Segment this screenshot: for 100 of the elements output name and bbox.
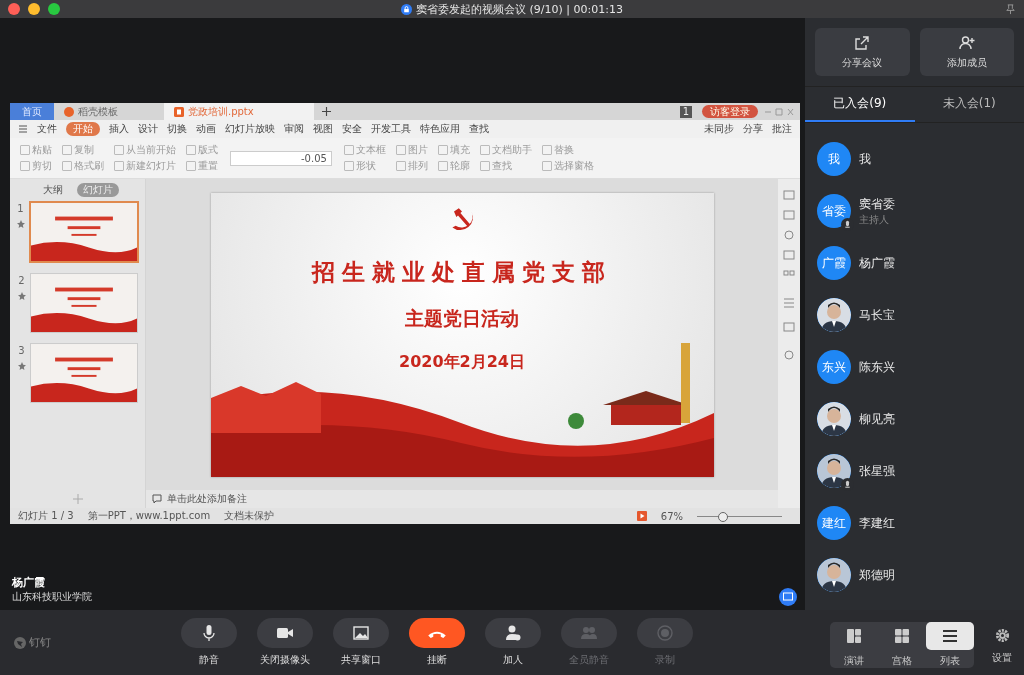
menu-tab[interactable]: 查找 [469, 122, 489, 136]
toolbar-link[interactable]: 未同步 [704, 122, 734, 136]
call-control-button[interactable] [257, 618, 313, 648]
slide-number: 1 [17, 203, 24, 214]
slide-number: 3 [18, 345, 25, 356]
menu-tab[interactable]: 视图 [313, 122, 333, 136]
slide-subtitle: 主题党日活动 [405, 305, 519, 331]
menu-tab[interactable]: 审阅 [284, 122, 304, 136]
action-button[interactable]: 分享会议 [815, 28, 910, 76]
comment-icon [152, 494, 162, 504]
ribbon-button[interactable]: 从当前开始 [114, 143, 176, 157]
control-label: 全员静音 [569, 653, 609, 667]
avatar: 建红 [817, 506, 851, 540]
ribbon-button[interactable]: 文本框 [343, 143, 386, 157]
menu-tab[interactable]: 幻灯片放映 [225, 122, 275, 136]
menu-tab[interactable]: 文件 [37, 122, 57, 136]
list-icon [942, 627, 958, 644]
template-name: 第一PPT，www.1ppt.com [87, 509, 211, 523]
lock-icon [401, 3, 413, 15]
control-label: 挂断 [427, 653, 447, 667]
add-person-icon [504, 624, 522, 642]
ribbon-button[interactable]: 查找 [479, 159, 532, 173]
slide-thumbnail[interactable] [28, 201, 139, 263]
avatar: 我 [817, 142, 851, 176]
font-size-field[interactable]: -0.05 [230, 150, 332, 166]
slide-date: 2020年2月24日 [399, 351, 525, 373]
view-button[interactable] [926, 621, 974, 650]
menu-tab[interactable]: 插入 [109, 122, 129, 136]
slide-thumbnail[interactable] [29, 343, 138, 403]
logo-icon [14, 636, 26, 649]
grid-icon [894, 627, 910, 644]
control-label: 关闭摄像头 [260, 653, 310, 667]
slide-number: 2 [18, 275, 25, 286]
close-button[interactable] [8, 3, 20, 15]
participant-tab[interactable]: 未入会(1) [914, 87, 1024, 122]
slide-thumbnail[interactable] [29, 273, 138, 333]
ribbon-button[interactable]: 版式 [186, 143, 218, 157]
avatar: 省委 [817, 194, 851, 228]
star-icon [16, 220, 25, 228]
view-label: 演讲 [844, 653, 864, 668]
action-button[interactable]: 添加成员 [919, 28, 1014, 76]
ribbon-button[interactable]: 选择窗格 [541, 159, 594, 173]
pin-icon[interactable] [1005, 3, 1016, 15]
participant-name: 我 [859, 150, 871, 168]
window-title: 窦省委发起的视频会议 (9/10) | 00:01:13 [416, 1, 623, 17]
image-icon [352, 624, 370, 642]
slide-counter: 幻灯片 1 / 3 [18, 509, 74, 523]
minimize-button[interactable] [28, 3, 40, 15]
participant-tab[interactable]: 已入会(9) [805, 87, 915, 122]
ribbon-button[interactable]: 复制 [62, 143, 104, 157]
menu-tab[interactable]: 开始 [66, 122, 100, 136]
login-button[interactable]: 访客登录 [702, 105, 758, 118]
speaker-name: 杨广霞 [12, 575, 46, 590]
ribbon-button[interactable]: 新建幻灯片 [114, 159, 176, 173]
call-control-button[interactable] [409, 618, 465, 648]
menu-tab[interactable]: 特色应用 [420, 122, 460, 136]
control-label: 共享窗口 [341, 653, 381, 667]
menu-tab[interactable]: 设计 [138, 122, 158, 136]
menu-tab[interactable]: 动画 [196, 122, 216, 136]
control-label: 加人 [503, 653, 523, 667]
ribbon-button[interactable]: 排列 [395, 159, 428, 173]
ribbon-button[interactable]: 轮廓 [437, 159, 470, 173]
panel-tab[interactable]: 幻灯片 [76, 183, 119, 197]
document-tab[interactable]: 稻壳模板 [54, 103, 164, 120]
toolbar-link[interactable]: 分享 [743, 122, 763, 136]
ribbon-button[interactable]: 重置 [186, 159, 218, 173]
ribbon-button[interactable]: 粘贴 [20, 143, 52, 157]
screen-icon[interactable] [779, 588, 797, 606]
document-tab[interactable]: 党政培训.pptx [164, 103, 314, 120]
ribbon-button[interactable]: 文档助手 [479, 143, 532, 157]
document-tab[interactable]: 首页 [10, 103, 54, 120]
participant-name: 郑德明 [859, 566, 895, 584]
zoom-percentage: 67% [660, 510, 683, 522]
call-control-button[interactable] [485, 618, 541, 648]
toolbar-link[interactable]: 批注 [772, 122, 792, 136]
settings-icon[interactable] [994, 627, 1010, 643]
ribbon-button[interactable]: 格式刷 [62, 159, 104, 173]
ribbon-button[interactable]: 图片 [395, 143, 428, 157]
plus-icon[interactable] [322, 107, 331, 116]
view-label: 宫格 [892, 653, 912, 668]
document-icon [174, 106, 184, 117]
panel-tab[interactable]: 大纲 [36, 183, 69, 197]
zoom-button[interactable] [48, 3, 60, 15]
notes-placeholder[interactable]: 单击此处添加备注 [167, 492, 247, 506]
page-count: 1 [679, 105, 692, 118]
ribbon-button[interactable]: 形状 [343, 159, 386, 173]
ribbon-button[interactable]: 替换 [541, 143, 594, 157]
settings-label[interactable]: 设置 [992, 650, 1012, 665]
menu-tab[interactable]: 安全 [342, 122, 362, 136]
call-control-button[interactable] [181, 618, 237, 648]
people-icon [580, 624, 598, 642]
ribbon-button[interactable]: 填充 [437, 143, 470, 157]
call-control-button[interactable] [333, 618, 389, 648]
menu-tab[interactable]: 开发工具 [371, 122, 411, 136]
play-button[interactable] [636, 511, 647, 521]
participant-name: 陈东兴 [859, 358, 895, 376]
zoom-slider-thumb[interactable] [717, 511, 728, 522]
star-icon [17, 362, 26, 370]
ribbon-button[interactable]: 剪切 [20, 159, 52, 173]
menu-tab[interactable]: 切换 [167, 122, 187, 136]
